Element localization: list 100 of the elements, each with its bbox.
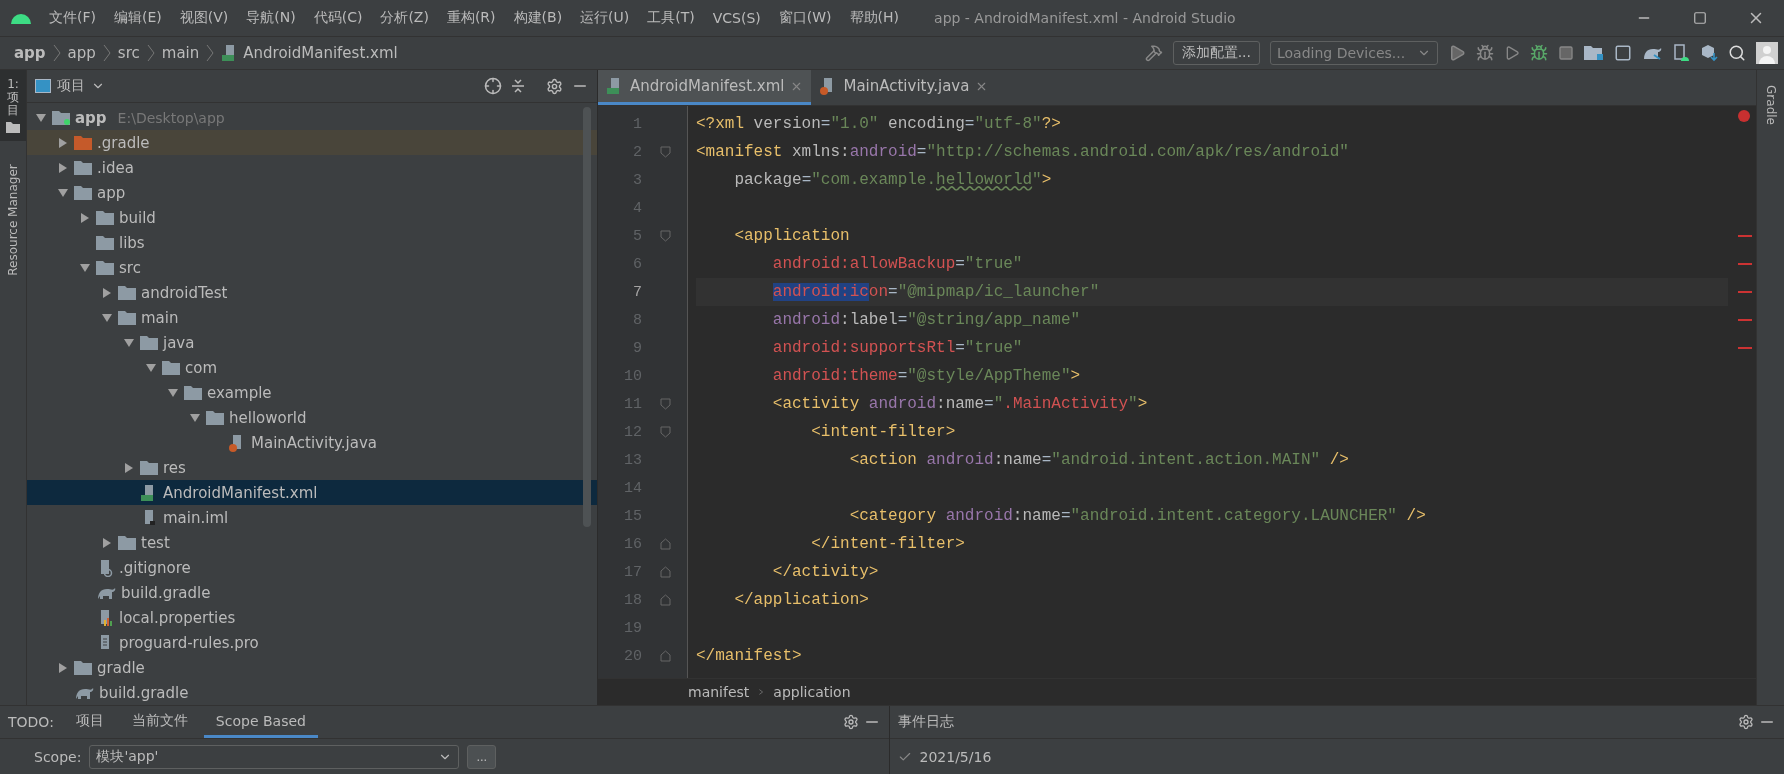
breadcrumb-item[interactable]: application [773,684,851,700]
fold-end-icon[interactable] [659,566,671,578]
gradle-tool-tab[interactable]: Gradle [1758,70,1783,140]
menu-item[interactable]: VCS(S) [703,10,770,26]
tree-item[interactable]: build [27,205,597,230]
menu-item[interactable]: 代码(C) [304,9,372,27]
collapse-arrow-icon[interactable] [167,386,179,399]
breadcrumb-item[interactable]: app [14,44,46,62]
add-configuration-button[interactable]: 添加配置... [1172,41,1260,65]
breadcrumb-item[interactable]: src [117,44,140,62]
tree-item[interactable]: proguard-rules.pro [27,630,597,655]
collapse-arrow-icon[interactable] [79,261,91,274]
project-view-selector[interactable]: 项目 [35,77,105,95]
breadcrumb-item[interactable]: AndroidManifest.xml [221,44,398,62]
sdk-manager-icon[interactable] [1700,44,1718,62]
stop-icon[interactable] [1558,45,1574,61]
tree-item[interactable]: com [27,355,597,380]
fold-end-icon[interactable] [659,650,671,662]
menu-item[interactable]: 文件(F) [40,9,105,27]
tree-item[interactable]: build.gradle [27,680,597,705]
tree-item[interactable]: .gitignore [27,555,597,580]
fold-marker-icon[interactable] [659,426,671,438]
menu-item[interactable]: 帮助(H) [840,9,909,27]
profile-icon[interactable] [1504,45,1520,61]
fold-marker-icon[interactable] [659,398,671,410]
tree-item[interactable]: app [27,180,597,205]
locate-icon[interactable] [484,77,502,95]
folder-icon [74,660,92,675]
settings-icon[interactable] [842,714,859,730]
panel-tab[interactable]: 项目 [63,706,116,738]
tree-item[interactable]: .gradle [27,130,597,155]
expand-arrow-icon[interactable] [123,461,135,474]
expand-arrow-icon[interactable] [79,211,91,224]
breadcrumb-item[interactable]: app [67,44,96,62]
collapse-arrow-icon[interactable] [57,186,69,199]
more-button[interactable]: ... [467,744,497,769]
menu-item[interactable]: 视图(V) [170,9,238,27]
tree-item[interactable]: androidTest [27,280,597,305]
collapse-arrow-icon[interactable] [35,111,47,124]
tree-item[interactable]: build.gradle [27,580,597,605]
tree-item-label: .gitignore [119,558,191,577]
collapse-arrow-icon[interactable] [189,411,201,424]
device-select[interactable]: Loading Devices... [1270,41,1438,65]
tree-item[interactable]: res [27,455,597,480]
menu-item[interactable]: 编辑(E) [105,9,171,27]
scrollbar[interactable] [583,107,591,527]
tree-item[interactable]: main [27,305,597,330]
panel-tab[interactable]: Scope Based [203,706,318,738]
editor-tab[interactable]: AndroidManifest.xml [598,70,812,105]
tree-item[interactable]: main.iml [27,505,597,530]
project-structure-icon[interactable] [1584,45,1604,61]
tree-item[interactable]: gradle [27,655,597,680]
expand-arrow-icon[interactable] [101,286,113,299]
scope-select[interactable]: 模块'app' [89,744,460,769]
maximize-icon[interactable] [1693,11,1707,25]
breadcrumb-item[interactable]: main [161,44,200,62]
collapse-arrow-icon[interactable] [123,336,135,349]
menu-item[interactable]: 工具(T) [638,9,704,27]
attach-debugger-icon[interactable] [1530,44,1548,62]
tree-item[interactable]: MainActivity.java [27,430,597,455]
fold-end-icon[interactable] [659,538,671,550]
expand-arrow-icon[interactable] [57,136,69,149]
expand-arrow-icon[interactable] [101,536,113,549]
expand-arrow-icon[interactable] [57,661,69,674]
hammer-icon[interactable] [1144,44,1163,62]
fold-marker-icon[interactable] [659,230,671,242]
collapse-arrow-icon[interactable] [145,361,157,374]
menu-item[interactable]: 分析(Z) [371,9,438,27]
tree-item[interactable]: libs [27,230,597,255]
project-tool-tab[interactable]: 1: 项目 [0,70,26,141]
editor-tab[interactable]: MainActivity.java [811,70,997,105]
breadcrumb-item[interactable]: manifest [688,684,750,700]
run-icon[interactable] [1448,44,1466,62]
menu-item[interactable]: 运行(U) [571,9,639,27]
settings-icon[interactable] [1738,714,1754,730]
tree-item[interactable]: local.properties [27,605,597,630]
menu-item[interactable]: 窗口(W) [769,9,841,27]
expand-arrow-icon[interactable] [57,161,69,174]
fold-marker-icon[interactable] [659,146,671,158]
tree-item[interactable]: java [27,330,597,355]
settings-icon[interactable] [546,77,563,95]
resource-manager-tab[interactable]: Resource Manager [1,154,25,285]
panel-tab[interactable]: 当前文件 [119,706,200,738]
tree-item[interactable]: .idea [27,155,597,180]
tree-item[interactable]: app E:\Desktop\app [27,105,597,130]
collapse-arrow-icon[interactable] [101,311,113,324]
fold-end-icon[interactable] [659,594,671,606]
collapse-all-icon[interactable] [510,78,526,94]
menu-item[interactable]: 构建(B) [504,9,572,27]
search-icon[interactable] [1728,44,1746,62]
tree-item[interactable]: AndroidManifest.xml [27,480,597,505]
tree-item[interactable]: helloworld [27,405,597,430]
device-manager-icon[interactable] [1672,44,1690,62]
menu-item[interactable]: 导航(N) [237,9,305,27]
tree-item[interactable]: test [27,530,597,555]
tree-item[interactable]: example [27,380,597,405]
error-indicator-icon[interactable] [1738,110,1750,122]
tree-item[interactable]: src [27,255,597,280]
menu-item[interactable]: 重构(R) [437,9,505,27]
debug-icon[interactable] [1476,44,1494,62]
